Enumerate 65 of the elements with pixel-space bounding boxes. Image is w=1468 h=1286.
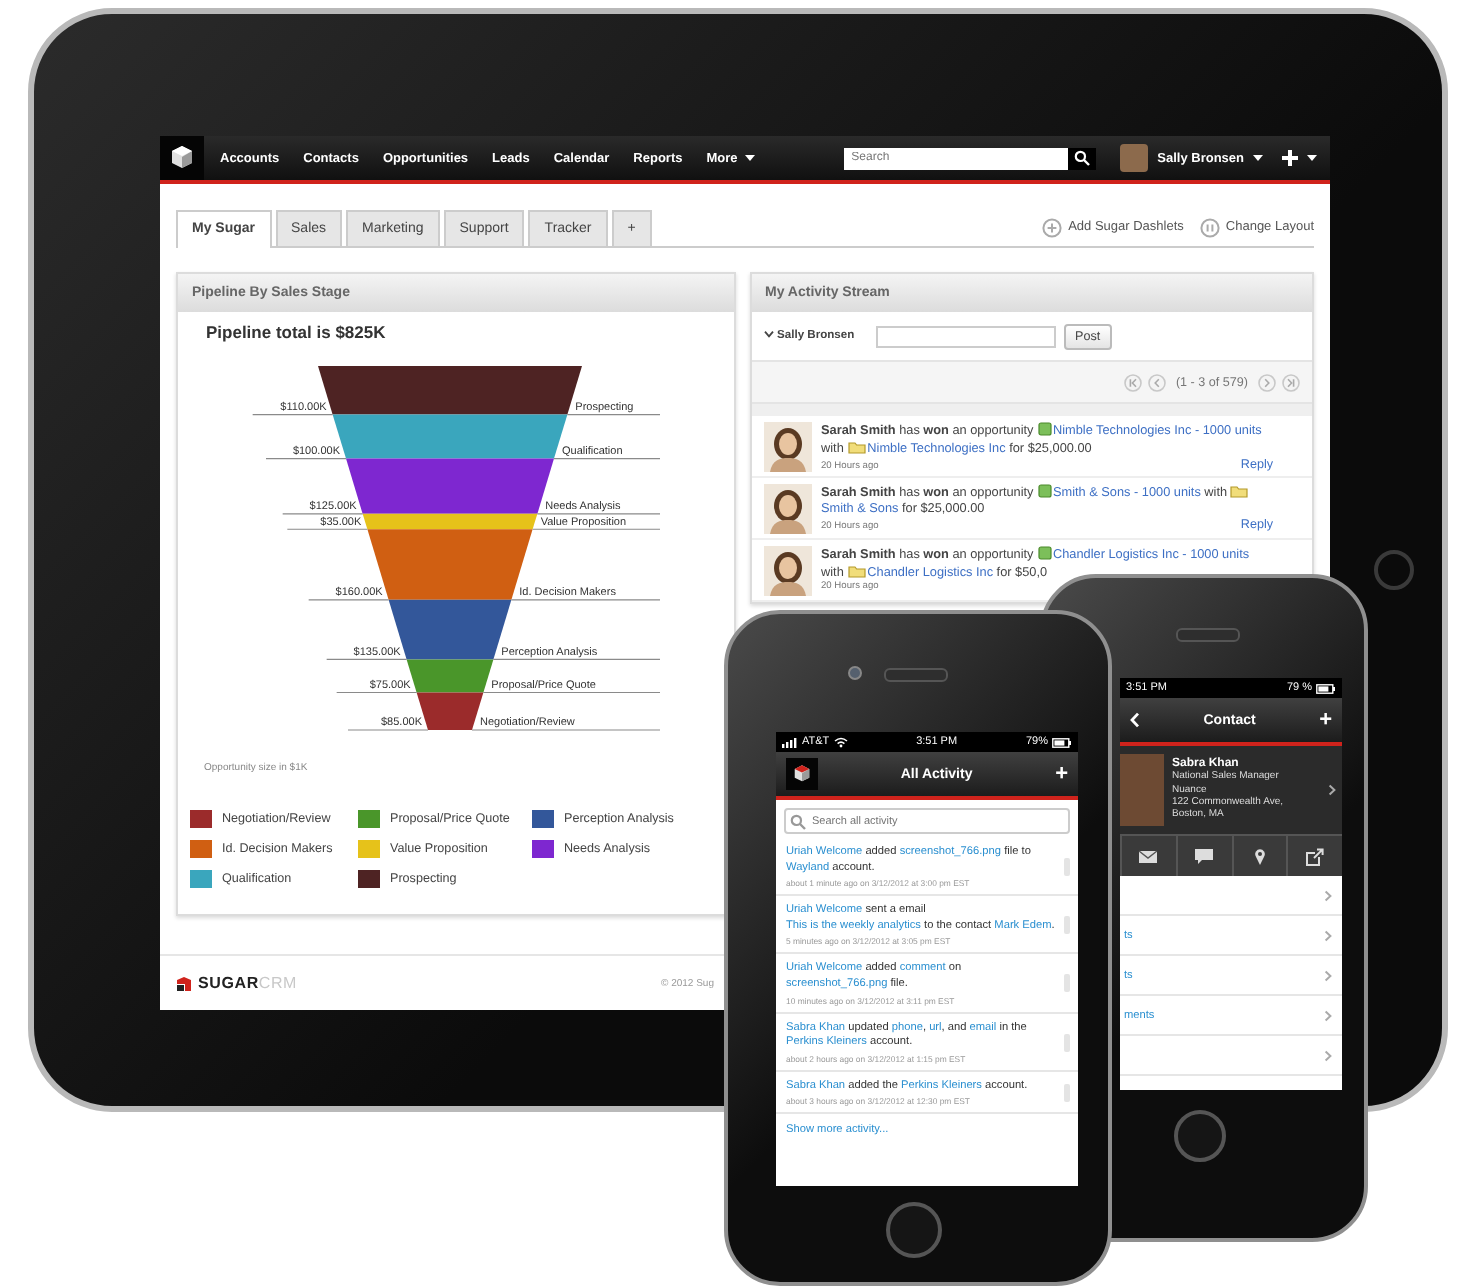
signal-icon (782, 736, 798, 748)
caret-icon (763, 330, 774, 338)
next-page-icon[interactable] (1258, 373, 1276, 391)
leader-line (336, 691, 418, 694)
folder-icon (847, 564, 866, 578)
chevron-icon (1324, 969, 1332, 981)
opportunity-icon (1037, 546, 1052, 560)
chevron-icon (1324, 889, 1332, 901)
chevron-icon (1324, 1009, 1332, 1021)
photo-placeholder (1120, 754, 1164, 826)
leader-line (252, 413, 334, 416)
chevron-icon (1324, 1049, 1332, 1061)
speaker-slot (1176, 628, 1240, 642)
add-circle-icon (1042, 217, 1063, 237)
logo-icon (176, 975, 192, 991)
avatar-silhouette-icon (763, 422, 812, 472)
wifi-icon (833, 736, 848, 748)
back-icon[interactable] (1130, 712, 1140, 728)
leader-line (265, 458, 347, 460)
avatar-silhouette-icon (763, 484, 812, 534)
add-button[interactable]: + (1319, 708, 1332, 732)
folder-icon (847, 440, 866, 454)
caret-icon (1252, 154, 1264, 162)
mail-icon[interactable] (1138, 849, 1159, 863)
search-icon (1073, 150, 1090, 166)
add-button[interactable]: + (1055, 762, 1068, 786)
opportunity-icon (1037, 422, 1052, 436)
search-icon (790, 813, 806, 829)
leader-line (566, 413, 661, 416)
leader-line (532, 528, 661, 530)
battery-icon (1052, 737, 1072, 747)
leader-line (536, 513, 661, 515)
leader-line (326, 658, 408, 660)
leader-line (286, 528, 368, 530)
leader-line (347, 729, 429, 731)
plus-icon[interactable] (1280, 148, 1300, 168)
layout-icon (1199, 217, 1220, 237)
chat-icon[interactable] (1194, 848, 1215, 864)
avatar-silhouette-icon (763, 546, 812, 596)
folder-icon (1230, 484, 1249, 498)
caret-icon (743, 154, 756, 162)
last-page-icon[interactable] (1282, 373, 1300, 391)
camera-dot (848, 666, 862, 680)
home-button[interactable] (886, 1202, 942, 1258)
opportunity-icon (1037, 484, 1052, 498)
caret-icon (1306, 154, 1318, 162)
first-page-icon[interactable] (1123, 373, 1142, 391)
home-button[interactable] (1374, 550, 1414, 590)
speaker-slot (884, 668, 948, 682)
leader-line (282, 513, 364, 515)
cube-logo-icon (786, 758, 818, 790)
cube-logo-icon (160, 136, 204, 180)
previous-page-icon[interactable] (1147, 373, 1166, 391)
external-link-icon[interactable] (1306, 847, 1325, 865)
avatar-placeholder (1119, 144, 1148, 172)
chart-title: Pipeline total is $825K (206, 322, 388, 342)
leader-line (553, 458, 661, 460)
chevron-icon (1324, 929, 1332, 941)
post-field[interactable] (875, 325, 1056, 347)
home-button[interactable] (1174, 1110, 1226, 1162)
leader-line (308, 599, 390, 601)
chevron-icon (1328, 784, 1336, 796)
battery-icon (1316, 683, 1336, 693)
pin-icon[interactable] (1253, 847, 1266, 865)
search-button[interactable] (1067, 147, 1096, 169)
